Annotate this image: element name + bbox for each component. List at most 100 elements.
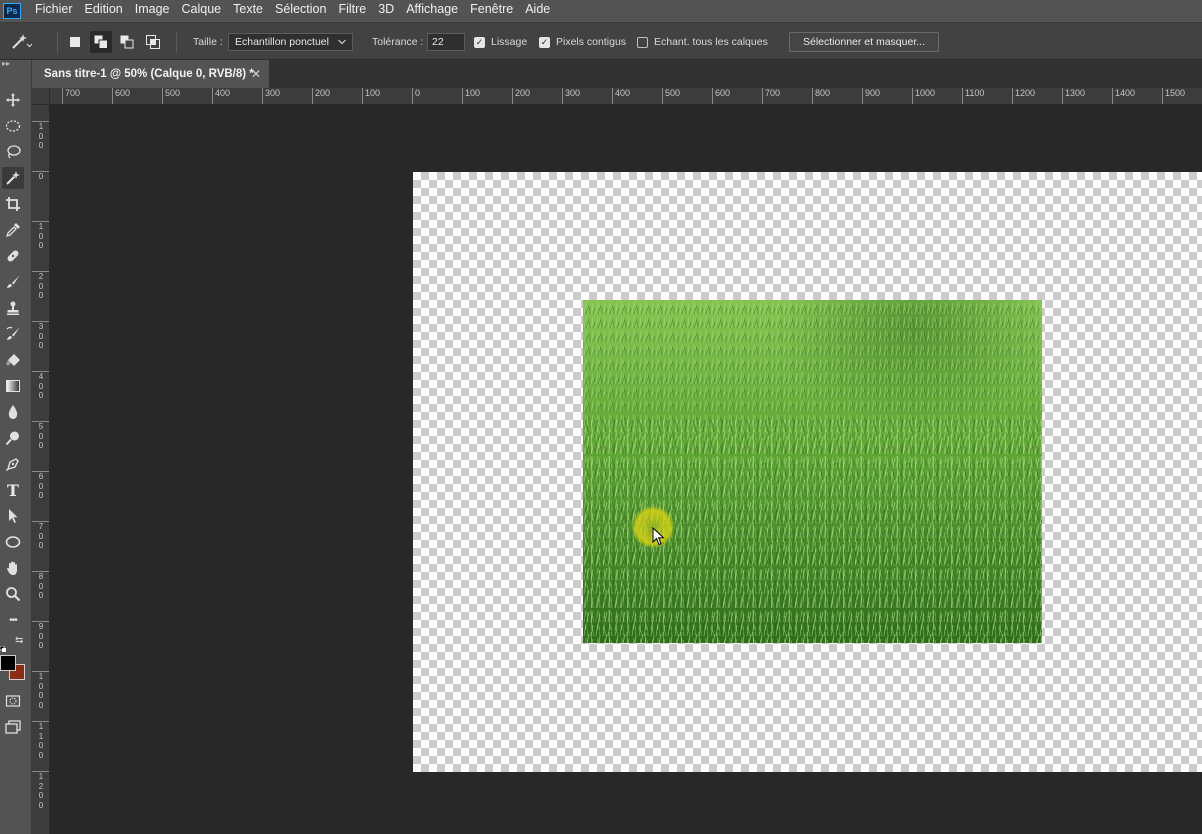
ruler-label: 1000 xyxy=(32,671,49,710)
menu-calque[interactable]: Calque xyxy=(176,0,228,22)
menu-affichage[interactable]: Affichage xyxy=(400,0,464,22)
ruler-label: 300 xyxy=(262,88,280,104)
history-brush-icon xyxy=(6,326,20,340)
quick-mask-icon xyxy=(5,695,21,707)
ruler-label: 200 xyxy=(312,88,330,104)
ruler-label: 1100 xyxy=(962,88,984,104)
sample-all-layers-label: Echant. tous les calques xyxy=(654,36,768,48)
blur-tool[interactable] xyxy=(2,401,24,423)
ruler-label: 900 xyxy=(862,88,880,104)
photoshop-window: Ps Fichier Edition Image Calque Texte Sé… xyxy=(0,0,1202,834)
path-selection-tool[interactable] xyxy=(2,505,24,527)
more-tools-button[interactable]: ••• xyxy=(2,609,24,631)
contiguous-toggle[interactable]: ✓ Pixels contigus xyxy=(539,23,626,61)
move-tool[interactable] xyxy=(2,89,24,111)
document-tab[interactable]: Sans titre-1 @ 50% (Calque 0, RVB/8) * ✕ xyxy=(32,60,269,88)
magic-wand-tool[interactable] xyxy=(2,167,24,189)
intersect-selection-button[interactable] xyxy=(142,31,164,53)
menu-selection[interactable]: Sélection xyxy=(269,0,332,22)
menu-fenetre[interactable]: Fenêtre xyxy=(464,0,519,22)
gradient-tool[interactable] xyxy=(2,375,24,397)
antialias-toggle[interactable]: ✓ Lissage xyxy=(474,23,527,61)
ruler-label: 100 xyxy=(32,221,49,251)
foreground-color-swatch[interactable] xyxy=(0,655,16,671)
antialias-checkbox[interactable]: ✓ xyxy=(474,36,485,48)
add-to-selection-button[interactable] xyxy=(90,31,112,53)
pen-tool[interactable] xyxy=(2,453,24,475)
menu-3d[interactable]: 3D xyxy=(372,0,400,22)
antialias-label: Lissage xyxy=(491,36,528,48)
screen-mode-button[interactable] xyxy=(2,716,24,738)
ruler-label: 500 xyxy=(662,88,680,104)
sample-all-layers-checkbox[interactable] xyxy=(637,36,648,48)
ruler-label: 200 xyxy=(32,271,49,301)
close-icon[interactable]: ✕ xyxy=(251,67,261,81)
ruler-label: 100 xyxy=(32,121,49,151)
ruler-label: 200 xyxy=(512,88,530,104)
ruler-label: 300 xyxy=(562,88,580,104)
ruler-label: 600 xyxy=(712,88,730,104)
magic-wand-icon xyxy=(12,34,32,49)
gradient-icon xyxy=(6,380,20,392)
history-brush-tool[interactable] xyxy=(2,323,24,345)
sample-size-dropdown[interactable]: Echantillon ponctuel xyxy=(228,33,353,51)
menu-texte[interactable]: Texte xyxy=(227,0,269,22)
ruler-label: 1200 xyxy=(1012,88,1035,104)
menu-filtre[interactable]: Filtre xyxy=(332,0,372,22)
document-tab-title: Sans titre-1 @ 50% (Calque 0, RVB/8) * xyxy=(44,68,254,80)
ruler-label: 800 xyxy=(32,571,49,601)
sample-all-layers-toggle[interactable]: Echant. tous les calques xyxy=(637,23,768,61)
select-and-mask-button[interactable]: Sélectionner et masquer... xyxy=(789,32,939,52)
blur-icon xyxy=(8,405,18,419)
elliptical-marquee-tool[interactable] xyxy=(2,115,24,137)
menu-image[interactable]: Image xyxy=(129,0,176,22)
contiguous-label: Pixels contigus xyxy=(556,36,627,48)
crop-tool[interactable] xyxy=(2,193,24,215)
ruler-label: 500 xyxy=(162,88,180,104)
clone-stamp-tool[interactable] xyxy=(2,297,24,319)
transparent-canvas[interactable] xyxy=(413,172,1202,772)
tolerance-input[interactable]: 22 xyxy=(427,33,465,51)
type-tool[interactable]: T xyxy=(2,479,24,501)
zoom-tool[interactable] xyxy=(2,583,24,605)
eraser-icon xyxy=(6,354,20,366)
type-icon: T xyxy=(7,480,19,500)
crop-icon xyxy=(6,197,20,211)
default-colors-button[interactable] xyxy=(0,639,6,652)
document-workspace[interactable] xyxy=(51,106,1202,834)
ruler-label: 1100 xyxy=(32,721,49,760)
new-selection-button[interactable] xyxy=(64,31,86,53)
lasso-tool[interactable] xyxy=(2,141,24,163)
ruler-origin[interactable] xyxy=(32,88,50,105)
menu-fichier[interactable]: Fichier xyxy=(29,0,79,22)
ps-logo-icon[interactable]: Ps xyxy=(3,3,21,19)
ruler-label: 500 xyxy=(32,421,49,451)
selection-mode-group xyxy=(64,23,164,61)
healing-brush-tool[interactable] xyxy=(2,245,24,267)
vertical-ruler[interactable]: 100 0 100 200 300 400 500 600 700 800 90… xyxy=(32,105,50,834)
eraser-tool[interactable] xyxy=(2,349,24,371)
grass-layer-image[interactable] xyxy=(583,300,1042,643)
ellipse-marquee-icon xyxy=(5,120,21,132)
eyedropper-tool[interactable] xyxy=(2,219,24,241)
default-colors-icon xyxy=(0,645,6,652)
quick-mask-button[interactable] xyxy=(2,690,24,712)
ruler-label: 1300 xyxy=(1062,88,1085,104)
brush-tool[interactable] xyxy=(2,271,24,293)
magic-wand-icon xyxy=(6,171,20,185)
contiguous-checkbox[interactable]: ✓ xyxy=(539,36,550,48)
tools-panel: ▸▸ T ••• ⇆ xyxy=(0,60,32,834)
document-tabs: Sans titre-1 @ 50% (Calque 0, RVB/8) * ✕ xyxy=(32,60,1202,88)
hand-tool[interactable] xyxy=(2,557,24,579)
menu-edition[interactable]: Edition xyxy=(79,0,129,22)
panel-grip[interactable]: ▸▸ xyxy=(0,60,32,70)
sample-size-value: Echantillon ponctuel xyxy=(235,36,329,48)
menu-aide[interactable]: Aide xyxy=(519,0,556,22)
subtract-selection-button[interactable] xyxy=(116,31,138,53)
swap-colors-icon[interactable]: ⇆ xyxy=(15,635,23,646)
tool-preset-picker[interactable] xyxy=(10,23,32,61)
dodge-tool[interactable] xyxy=(2,427,24,449)
ellipse-shape-tool[interactable] xyxy=(2,531,24,553)
horizontal-ruler[interactable]: 700 600 500 400 300 200 100 0 100 200 30… xyxy=(50,88,1202,105)
ruler-label: 400 xyxy=(612,88,630,104)
